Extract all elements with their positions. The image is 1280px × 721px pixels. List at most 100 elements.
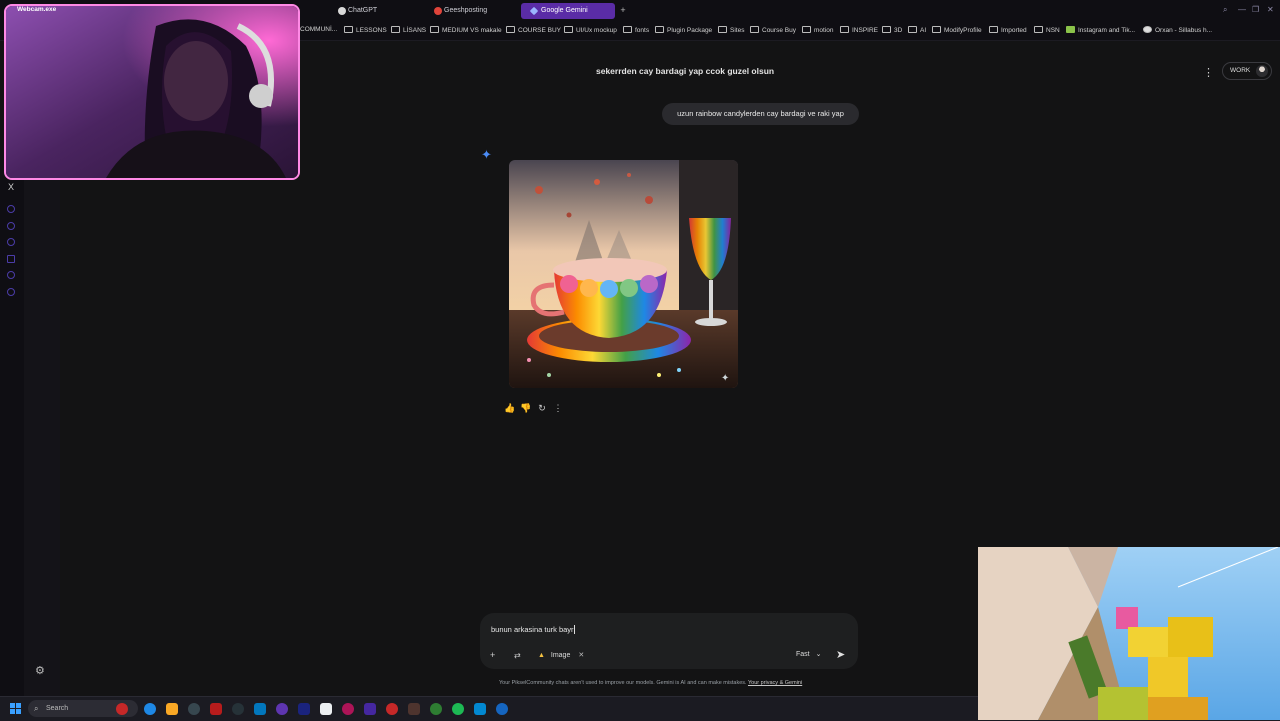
tab-label: Geeshposting — [444, 7, 488, 14]
maple-leaf-icon[interactable] — [116, 703, 128, 715]
generated-image[interactable]: ✦ — [509, 160, 738, 388]
thumbs-down-icon[interactable]: 👎 — [520, 402, 532, 414]
bookmark-item[interactable]: COMMUNİ... — [300, 26, 337, 33]
file-explorer-icon[interactable] — [166, 703, 178, 715]
messenger-icon[interactable] — [7, 205, 15, 213]
folder-icon — [908, 26, 917, 33]
tab-google-gemini[interactable]: Google Gemini — [521, 3, 615, 19]
more-icon[interactable]: ⋮ — [552, 402, 564, 414]
app-icon[interactable] — [408, 703, 420, 715]
folder-icon — [989, 26, 998, 33]
bookmark-item[interactable]: AI — [908, 26, 926, 34]
workspace-chip[interactable]: WORK — [1222, 62, 1272, 80]
tools-icon[interactable]: ⇄ — [514, 649, 521, 662]
app-icon[interactable] — [474, 703, 486, 715]
privacy-link[interactable]: Your privacy & Gemini — [748, 680, 802, 686]
thumbs-up-icon[interactable]: 👍 — [504, 402, 516, 414]
new-tab-button[interactable]: + — [618, 5, 628, 15]
folder-icon — [391, 26, 400, 33]
app-icon[interactable] — [364, 703, 376, 715]
avatar[interactable] — [1256, 65, 1268, 77]
bookmark-item[interactable]: Sites — [718, 26, 744, 34]
whatsapp-icon[interactable] — [430, 703, 442, 715]
notepad-icon[interactable] — [320, 703, 332, 715]
close-icon[interactable]: ✕ — [1267, 5, 1274, 14]
after-effects-icon[interactable] — [298, 703, 310, 715]
bookmark-item[interactable]: ModifyProfile — [932, 26, 982, 34]
bookmark-item[interactable]: 3D — [882, 26, 902, 34]
bookmark-item[interactable]: LESSONS — [344, 26, 387, 34]
folder-icon — [506, 26, 515, 33]
svg-text:✦: ✦ — [721, 373, 729, 384]
tab-label: ChatGPT — [348, 7, 378, 14]
regenerate-icon[interactable]: ↻ — [536, 402, 548, 414]
adobe-illustrator-icon[interactable] — [210, 703, 222, 715]
more-options-icon[interactable]: ⋮ — [1203, 66, 1214, 79]
bookmark-item[interactable]: Imported — [989, 26, 1027, 34]
rainbow-candy-tea-glass-image: ✦ — [509, 160, 738, 388]
steam-icon[interactable] — [496, 703, 508, 715]
webcam-label: Webcam.exe — [17, 6, 57, 13]
spotify-icon[interactable] — [452, 703, 464, 715]
conversation-title: sekerrden cay bardagi yap ccok guzel ols… — [596, 66, 775, 76]
image-tool-chip[interactable]: ▲ Image ✕ — [538, 649, 584, 662]
bookmark-item[interactable]: Instagram and Tik... — [1066, 26, 1135, 34]
folder-icon — [840, 26, 849, 33]
model-selector[interactable]: Fast ⌄ — [796, 650, 822, 658]
folder-icon — [564, 26, 573, 33]
bookmark-item[interactable]: fonts — [623, 26, 649, 34]
bookmark-item[interactable]: INSPIRE — [840, 26, 878, 34]
discord-icon[interactable] — [276, 703, 288, 715]
download-icon[interactable] — [7, 255, 15, 263]
gemini-settings-icon[interactable]: ⚙ — [35, 666, 45, 677]
bookmark-item[interactable]: NSN — [1034, 26, 1060, 34]
bookmark-item[interactable]: motion — [802, 26, 834, 34]
chatgpt-icon — [338, 7, 346, 15]
app-icon[interactable] — [188, 703, 200, 715]
maximize-icon[interactable]: ❐ — [1252, 5, 1259, 14]
prompt-composer[interactable]: bunun arkasina turk bayr + ⇄ ▲ Image ✕ F… — [480, 613, 858, 669]
folder-icon — [430, 26, 439, 33]
bookmark-item[interactable]: Course Buy — [750, 26, 796, 34]
tab-geeshposting[interactable]: Geeshposting — [424, 3, 514, 19]
image-icon — [1066, 26, 1075, 33]
minimize-icon[interactable]: — — [1238, 5, 1246, 14]
add-attachment-button[interactable]: + — [490, 649, 495, 662]
bookmark-item[interactable]: COURSE BUY — [506, 26, 561, 34]
workspace-label: WORK — [1230, 67, 1251, 74]
edge-icon[interactable] — [144, 703, 156, 715]
image-chip-label: Image — [550, 652, 571, 659]
folder-icon — [623, 26, 632, 33]
remove-chip-icon[interactable]: ✕ — [578, 652, 584, 659]
folder-icon — [932, 26, 941, 33]
x-icon[interactable]: X — [8, 182, 14, 192]
tab-label: Google Gemini — [541, 7, 588, 14]
prompt-input[interactable]: bunun arkasina turk bayr — [491, 625, 575, 634]
opera-icon[interactable] — [342, 703, 354, 715]
app-icon[interactable] — [386, 703, 398, 715]
site-icon — [434, 7, 442, 15]
bookmark-item[interactable]: UI/Ux mockup — [564, 26, 617, 34]
folder-icon — [750, 26, 759, 33]
gemini-spark-icon: ✦ — [481, 147, 492, 162]
search-tabs-icon[interactable]: ⌕ — [1223, 5, 1227, 15]
globe-icon — [1143, 26, 1152, 33]
folder-icon — [802, 26, 811, 33]
send-button[interactable]: ➤ — [836, 648, 845, 661]
bookmark-item[interactable]: Plugin Package — [655, 26, 712, 34]
bookmark-item[interactable]: MEDIUM VS makale — [430, 26, 502, 34]
tab-chatgpt[interactable]: ChatGPT — [328, 3, 418, 19]
disclaimer: Your PikselCommunity chats aren't used t… — [499, 680, 803, 686]
chat-icon[interactable] — [7, 271, 15, 279]
app-icon[interactable] — [232, 703, 244, 715]
heart-icon[interactable] — [7, 222, 15, 230]
user-message: uzun rainbow candylerden cay bardagi ve … — [662, 103, 859, 125]
bookmark-item[interactable]: LİSANS — [391, 26, 426, 34]
bookmark-item[interactable]: Orxan - Sillabus h... — [1143, 26, 1212, 34]
settings-icon[interactable] — [7, 288, 15, 296]
app-icon[interactable] — [254, 703, 266, 715]
browser-sidebar: X — [0, 180, 25, 696]
windows-start-icon[interactable] — [10, 703, 21, 714]
gemini-side-rail — [24, 180, 60, 696]
history-icon[interactable] — [7, 238, 15, 246]
